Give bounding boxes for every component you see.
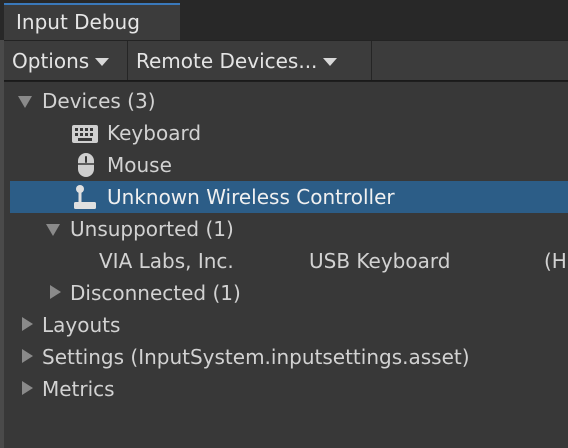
tree-item-label: Unknown Wireless Controller [107, 185, 395, 209]
input-debug-tree: Devices (3) Keyboard Mouse Unknown Wirel… [4, 82, 568, 448]
tab-bar: Input Debug [0, 0, 568, 40]
device-extra: (H [544, 249, 567, 273]
tree-item-disconnected[interactable]: Disconnected (1) [4, 277, 568, 309]
tree-item-label: Disconnected (1) [70, 281, 241, 305]
tab-title: Input Debug [16, 10, 140, 34]
tree-item-label: Metrics [42, 377, 115, 401]
tree-item-devices[interactable]: Devices (3) [4, 85, 568, 117]
tree-item-keyboard[interactable]: Keyboard [4, 117, 568, 149]
tree-item-settings[interactable]: Settings (InputSystem.inputsettings.asse… [4, 341, 568, 373]
toolbar: Options Remote Devices... [4, 40, 568, 81]
tree-item-label: Layouts [42, 313, 121, 337]
tree-item-label: Mouse [107, 153, 172, 177]
options-label: Options [12, 48, 90, 73]
tree-item-unknown-wireless-controller[interactable]: Unknown Wireless Controller [10, 181, 568, 213]
tree-item-label: Unsupported (1) [70, 217, 234, 241]
joystick-icon [74, 185, 96, 209]
device-manufacturer: VIA Labs, Inc. [99, 249, 234, 273]
chevron-down-icon [95, 57, 110, 66]
expand-arrow-icon[interactable] [18, 96, 32, 108]
collapse-arrow-icon[interactable] [22, 349, 33, 363]
chevron-down-icon [323, 57, 338, 66]
collapse-arrow-icon[interactable] [22, 381, 33, 395]
collapse-arrow-icon[interactable] [22, 317, 33, 331]
tree-item-unsupported[interactable]: Unsupported (1) [4, 213, 568, 245]
mouse-icon [78, 153, 94, 177]
expand-arrow-icon[interactable] [46, 224, 60, 236]
tree-item-label: Settings (InputSystem.inputsettings.asse… [42, 345, 470, 369]
tree-item-metrics[interactable]: Metrics [4, 373, 568, 405]
tab-input-debug[interactable]: Input Debug [4, 3, 180, 40]
remote-devices-label: Remote Devices... [136, 48, 318, 73]
unsupported-device-row[interactable]: VIA Labs, Inc. USB Keyboard (H [4, 245, 568, 277]
tree-item-label: Keyboard [107, 121, 202, 145]
tree-item-mouse[interactable]: Mouse [4, 149, 568, 181]
options-dropdown[interactable]: Options [4, 41, 128, 80]
tree-item-layouts[interactable]: Layouts [4, 309, 568, 341]
device-product: USB Keyboard [309, 249, 451, 273]
tree-item-label: Devices (3) [42, 89, 156, 113]
keyboard-icon [72, 125, 98, 143]
collapse-arrow-icon[interactable] [50, 285, 61, 299]
remote-devices-dropdown[interactable]: Remote Devices... [128, 41, 372, 80]
